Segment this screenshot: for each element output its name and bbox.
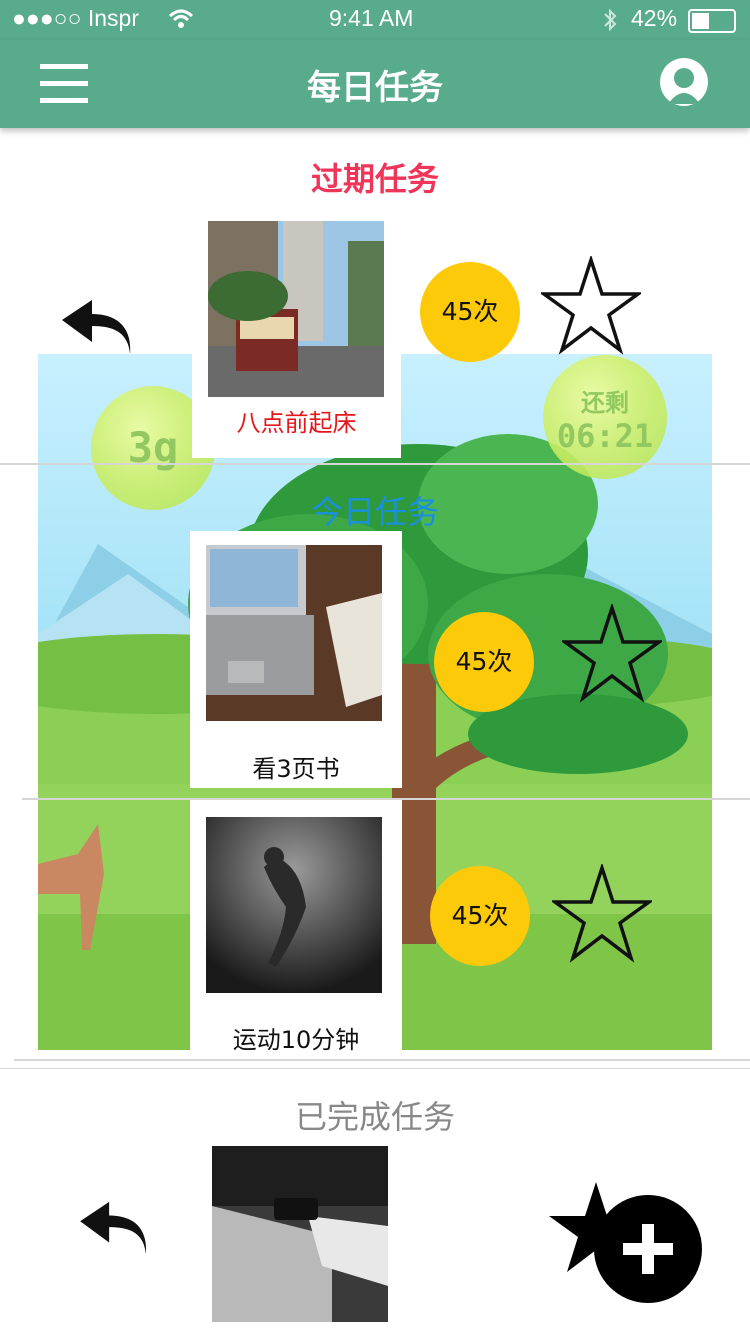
back-arrow-icon[interactable] xyxy=(58,298,134,358)
overdue-title: 过期任务 xyxy=(310,160,439,198)
count-badge: 45次 xyxy=(430,866,530,966)
star-icon[interactable] xyxy=(552,864,652,964)
page-title: 每日任务 xyxy=(307,68,443,108)
battery-percent: 42% xyxy=(631,5,678,31)
task-photo-laptop xyxy=(206,545,382,721)
back-arrow-icon[interactable] xyxy=(76,1200,150,1258)
remaining-time: 06:21 xyxy=(556,417,654,455)
section-divider xyxy=(0,463,750,465)
star-icon[interactable] xyxy=(541,256,641,356)
status-bar: ●●●○○ Inspr 9:41 AM 42% xyxy=(0,0,750,40)
wifi-icon xyxy=(168,9,194,28)
star-icon[interactable] xyxy=(562,604,662,704)
task-photo-swimmer xyxy=(206,817,382,993)
task-card[interactable]: 看3页书 xyxy=(190,531,402,788)
completed-task-photo[interactable] xyxy=(212,1146,388,1322)
carrier-label: ●●●○○ Inspr xyxy=(12,5,139,31)
task-photo-street xyxy=(208,221,384,397)
remaining-label: 还剩 xyxy=(581,389,629,417)
count-badge: 45次 xyxy=(434,612,534,712)
countdown-bubble: 还剩 06:21 xyxy=(543,355,667,479)
task-name: 运动10分钟 xyxy=(232,1026,360,1054)
bluetooth-icon xyxy=(604,8,617,32)
section-divider xyxy=(14,1059,750,1061)
completed-title: 已完成任务 xyxy=(294,1098,455,1136)
star-add-icon[interactable] xyxy=(544,1180,706,1306)
count-badge: 45次 xyxy=(420,262,520,362)
task-name: 看3页书 xyxy=(252,755,340,783)
task-card[interactable]: 八点前起床 xyxy=(192,207,401,458)
battery-icon xyxy=(688,9,736,33)
user-icon[interactable] xyxy=(660,58,708,106)
today-title: 今日任务 xyxy=(310,493,439,531)
nav-header: 每日任务 xyxy=(0,40,750,128)
task-name: 八点前起床 xyxy=(236,409,357,437)
task-card[interactable]: 运动10分钟 xyxy=(190,800,402,1054)
clock: 9:41 AM xyxy=(329,5,414,31)
section-divider xyxy=(0,1068,750,1069)
